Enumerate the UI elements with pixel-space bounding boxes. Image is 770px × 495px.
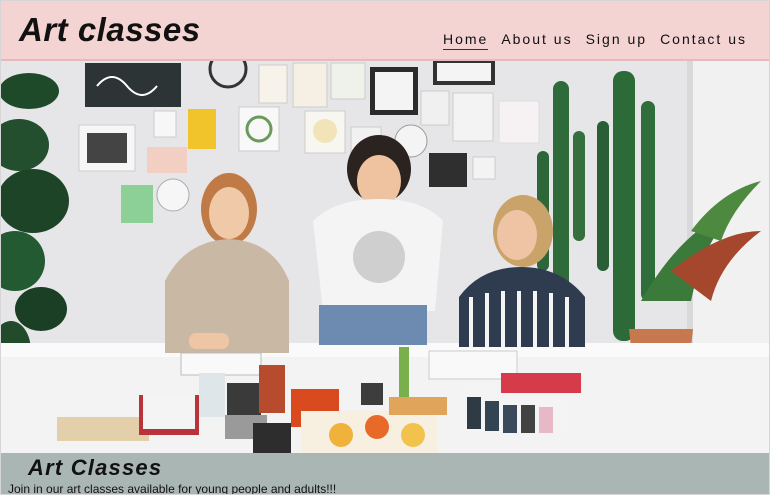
nav-about-us-link[interactable]: About us <box>501 31 572 50</box>
page-frame: Art classes Home About us Sign up Contac… <box>0 0 770 495</box>
nav-contact-us-link[interactable]: Contact us <box>660 31 747 50</box>
main-nav: Home About us Sign up Contact us <box>442 31 747 50</box>
intro-banner: Art Classes Join in our art classes avai… <box>1 453 769 494</box>
hero-image <box>1 61 769 453</box>
nav-sign-up-link[interactable]: Sign up <box>586 31 647 50</box>
banner-title: Art Classes <box>28 455 163 480</box>
hero-photo <box>1 61 769 453</box>
site-header: Art classes Home About us Sign up Contac… <box>1 1 769 61</box>
site-logo-title[interactable]: Art classes <box>19 11 201 49</box>
nav-home-link[interactable]: Home <box>442 31 489 50</box>
banner-description: Join in our art classes available for yo… <box>8 482 337 495</box>
